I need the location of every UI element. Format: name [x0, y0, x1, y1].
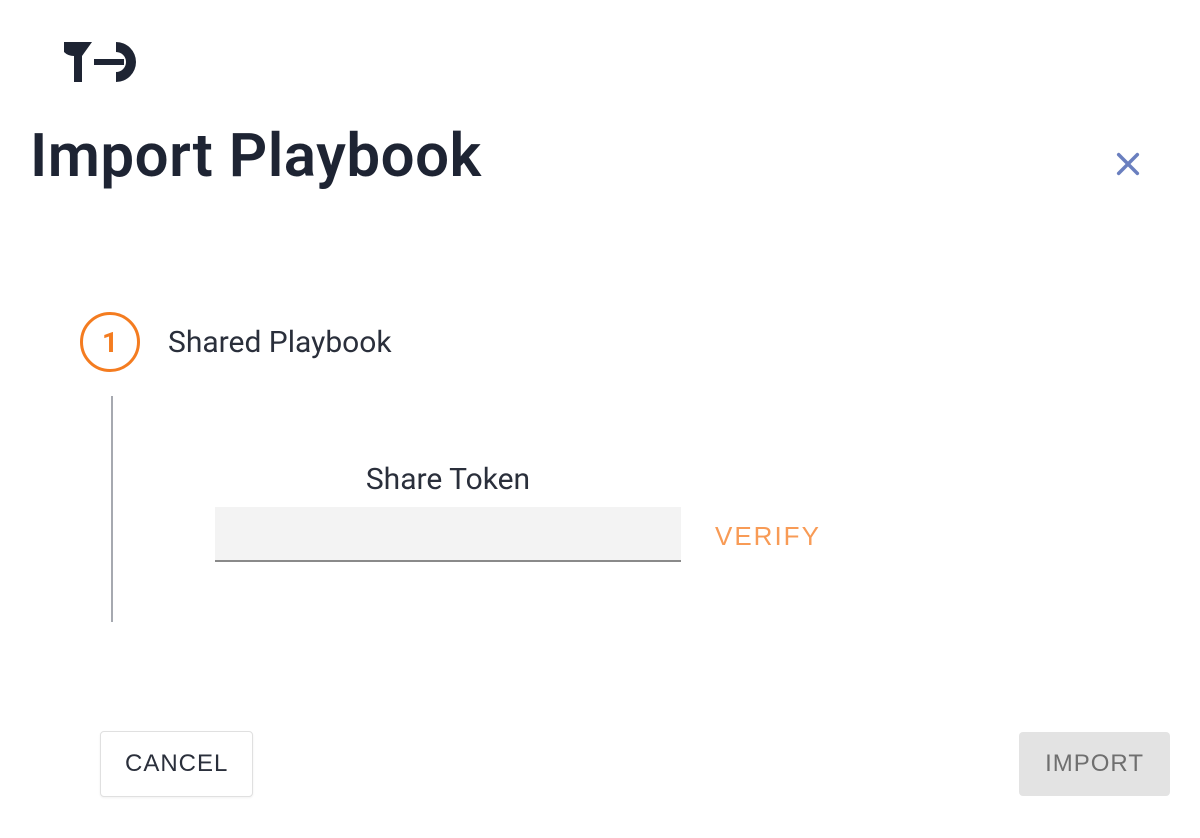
close-icon	[1114, 150, 1142, 181]
step-number: 1	[102, 326, 118, 359]
verify-button[interactable]: VERIFY	[711, 511, 825, 562]
step-connector-line	[111, 396, 113, 622]
import-button[interactable]: IMPORT	[1019, 732, 1170, 796]
step-label: Shared Playbook	[168, 325, 392, 360]
cancel-button[interactable]: CANCEL	[100, 731, 253, 797]
share-token-input[interactable]	[215, 507, 681, 562]
close-button[interactable]	[1108, 145, 1148, 185]
step-number-badge: 1	[80, 312, 140, 372]
page-title: Import Playbook	[30, 120, 482, 191]
share-token-label: Share Token	[215, 462, 681, 497]
step-header: 1 Shared Playbook	[80, 312, 392, 372]
brand-logo	[64, 42, 140, 82]
share-token-field-group: Share Token VERIFY	[215, 462, 915, 562]
dialog-footer: CANCEL IMPORT	[0, 731, 1200, 797]
